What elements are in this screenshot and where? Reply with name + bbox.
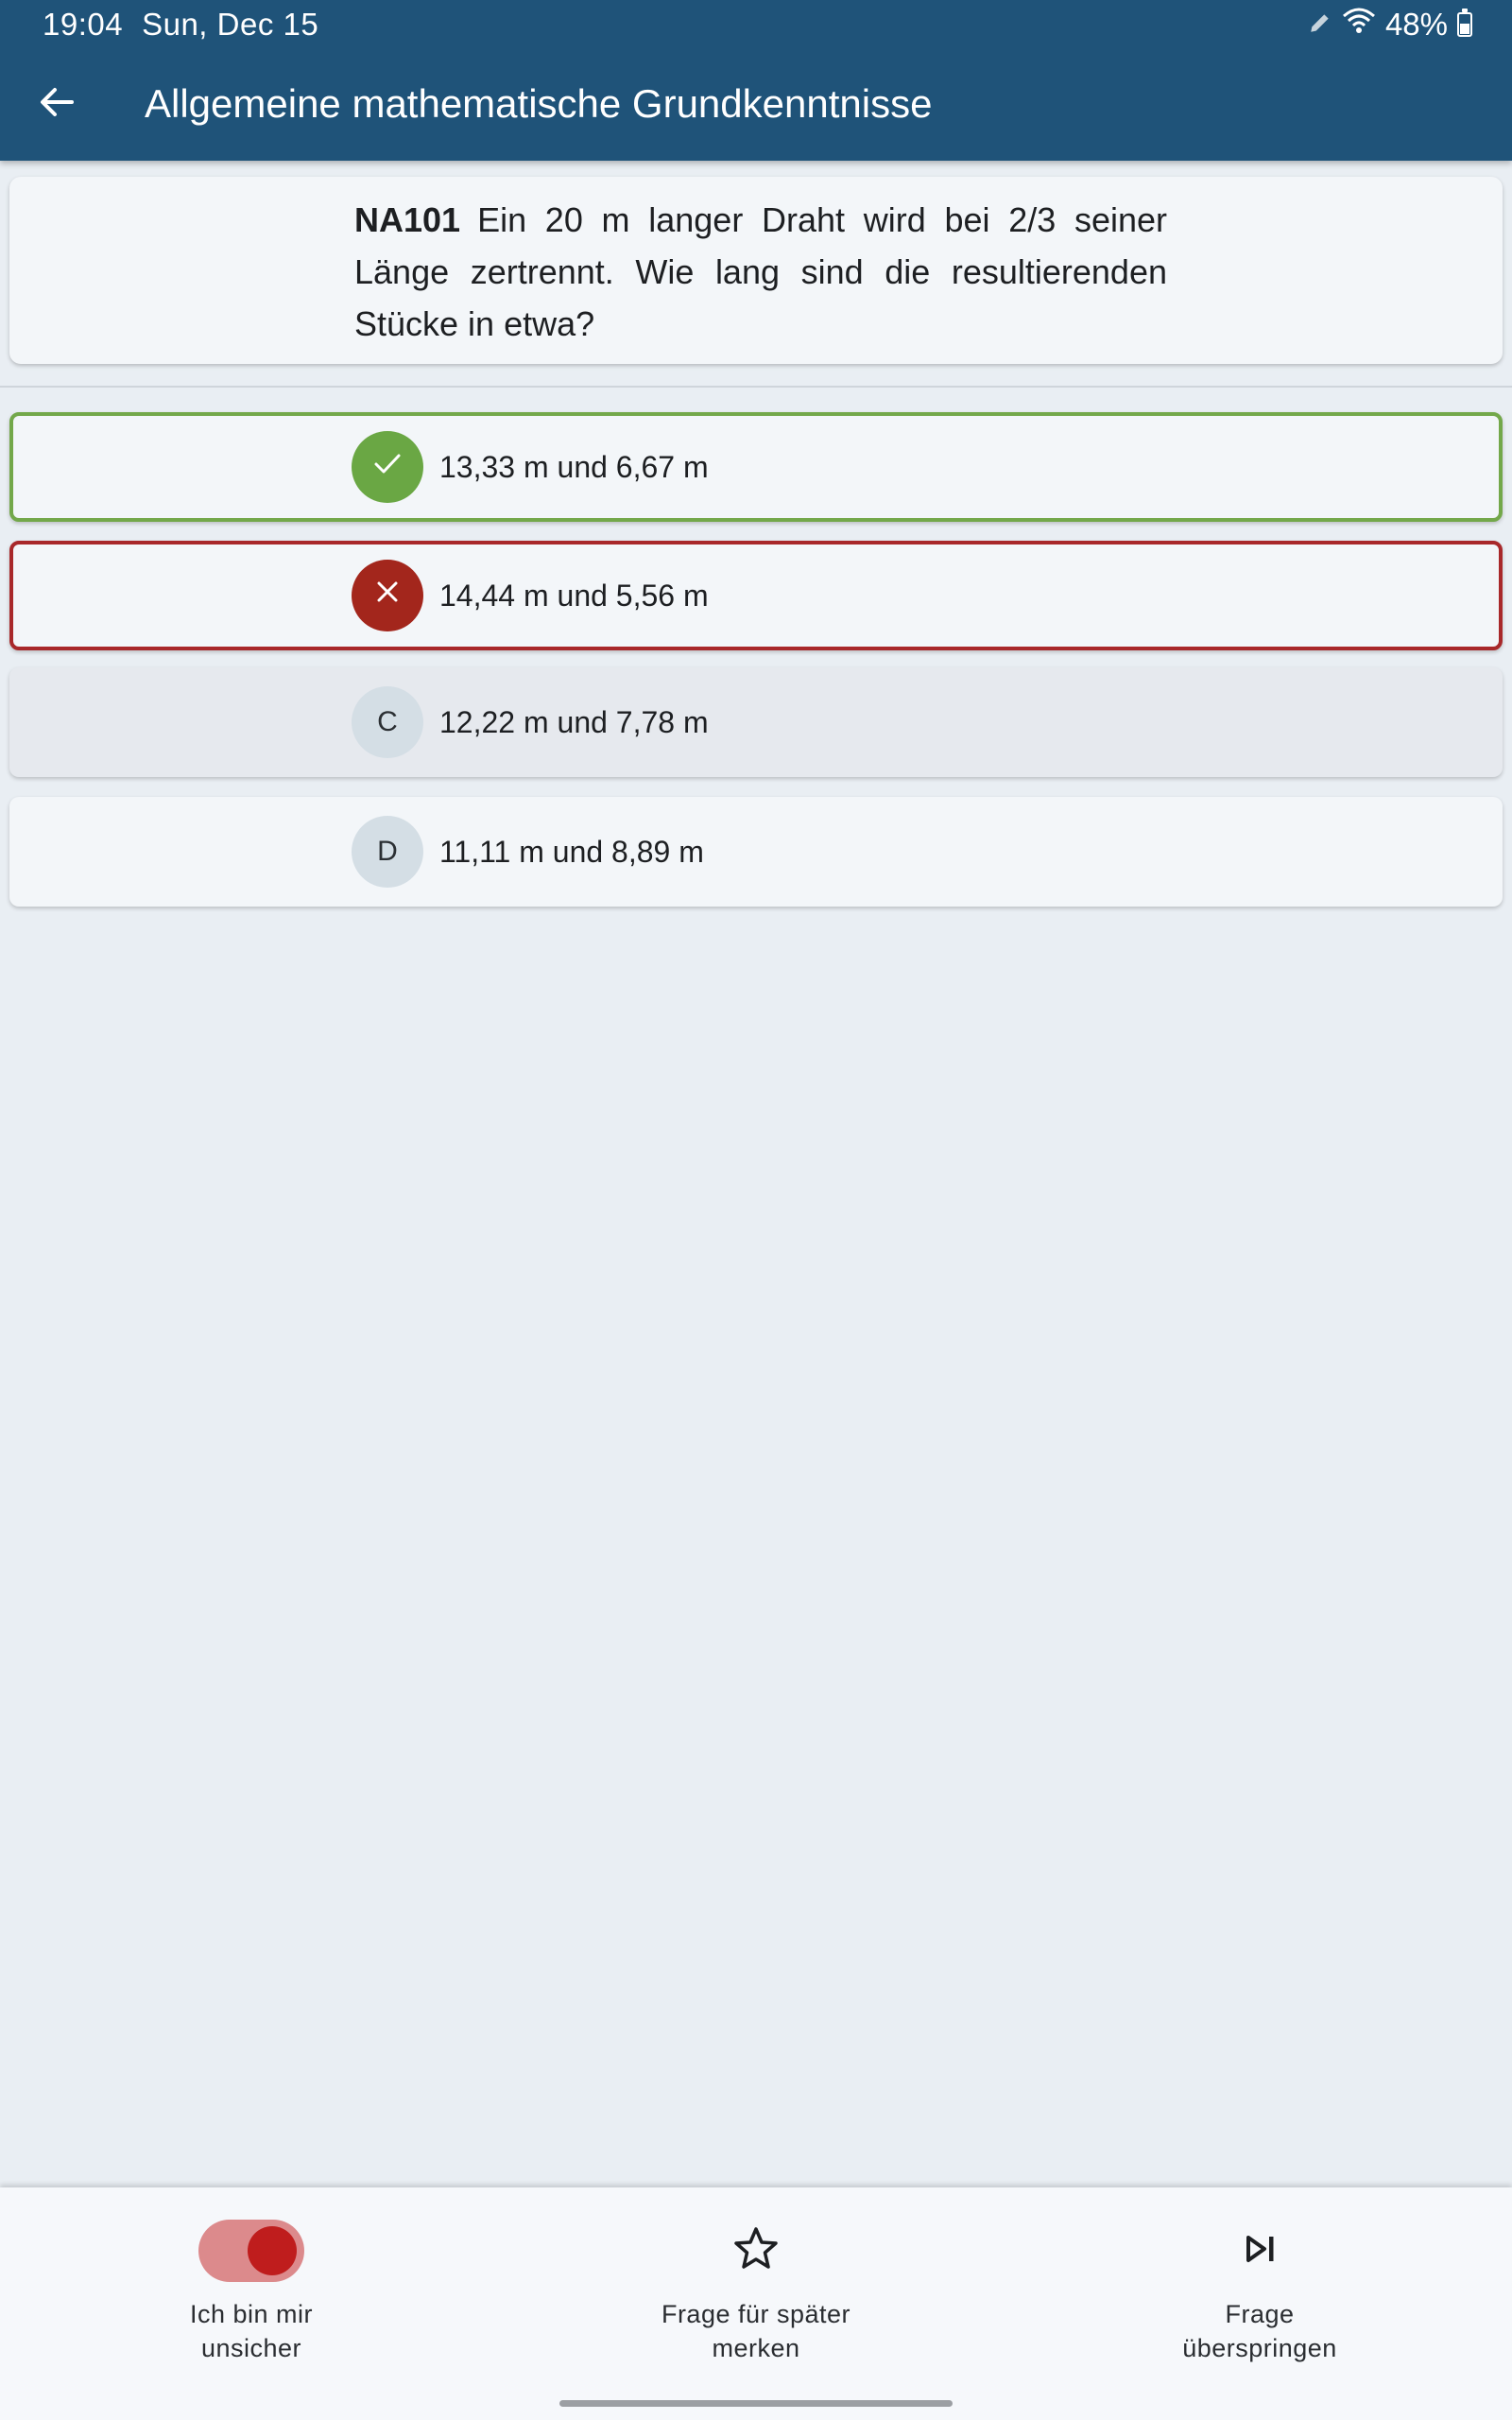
answer-option-b[interactable]: 14,44 m und 5,56 m [9, 541, 1503, 650]
status-time: 19:04 [43, 7, 124, 42]
battery-icon [1457, 9, 1472, 37]
answer-text: 11,11 m und 8,89 m [439, 835, 704, 869]
skip-next-icon [1241, 2230, 1279, 2273]
unsure-toggle-action[interactable]: Ich bin mir unsicher [62, 2187, 440, 2395]
home-indicator[interactable] [559, 2400, 953, 2407]
question-id: NA101 [354, 200, 461, 239]
divider [0, 386, 1512, 388]
answer-option-c[interactable]: C 12,22 m und 7,78 m [9, 667, 1503, 777]
bookmark-label: Frage für später merken [661, 2300, 851, 2362]
close-icon [372, 577, 403, 614]
unsure-label: Ich bin mir unsicher [189, 2300, 314, 2362]
answer-badge: C [352, 686, 423, 758]
answer-option-a[interactable]: 13,33 m und 6,67 m [9, 412, 1503, 522]
pencil-icon [1308, 7, 1332, 43]
answer-badge: D [352, 816, 423, 888]
answer-text: 13,33 m und 6,67 m [439, 450, 709, 484]
page-title: Allgemeine mathematische Grundkenntnisse [145, 81, 933, 126]
answer-text: 12,22 m und 7,78 m [439, 705, 709, 739]
status-bar-left: 19:04 Sun, Dec 15 [43, 6, 318, 43]
answer-badge-correct [352, 431, 423, 503]
bookmark-icon-area [731, 2218, 781, 2284]
battery-text: 48% [1384, 7, 1448, 42]
toggle-area [198, 2218, 304, 2284]
answer-text: 14,44 m und 5,56 m [439, 579, 709, 613]
bottom-action-bar: Ich bin mir unsicher Frage für später me… [0, 2187, 1512, 2420]
star-outline-icon [731, 2224, 781, 2278]
unsure-toggle[interactable] [198, 2220, 304, 2282]
back-button[interactable] [28, 76, 85, 132]
wifi-icon [1342, 7, 1376, 43]
status-bar-right: 48% [1308, 6, 1472, 43]
app-bar: 19:04 Sun, Dec 15 48% Allgemeine mathemat… [0, 0, 1512, 161]
question-text-block: NA101 Ein 20 m langer Draht wird bei 2/3 … [354, 194, 1167, 350]
skip-question-button[interactable]: Frage überspringen [1071, 2187, 1449, 2395]
bookmark-question-button[interactable]: Frage für später merken [567, 2187, 945, 2395]
toggle-knob [248, 2226, 297, 2275]
status-date: Sun, Dec 15 [142, 7, 319, 42]
skip-icon-area [1241, 2218, 1279, 2284]
arrow-left-icon [38, 83, 76, 126]
question-card: NA101 Ein 20 m langer Draht wird bei 2/3 … [9, 177, 1503, 364]
answer-option-d[interactable]: D 11,11 m und 8,89 m [9, 797, 1503, 907]
check-icon [370, 446, 404, 488]
question-text: Ein 20 m langer Draht wird bei 2/3 seine… [354, 200, 1167, 343]
answer-badge-wrong [352, 560, 423, 631]
skip-label: Frage überspringen [1182, 2300, 1337, 2362]
